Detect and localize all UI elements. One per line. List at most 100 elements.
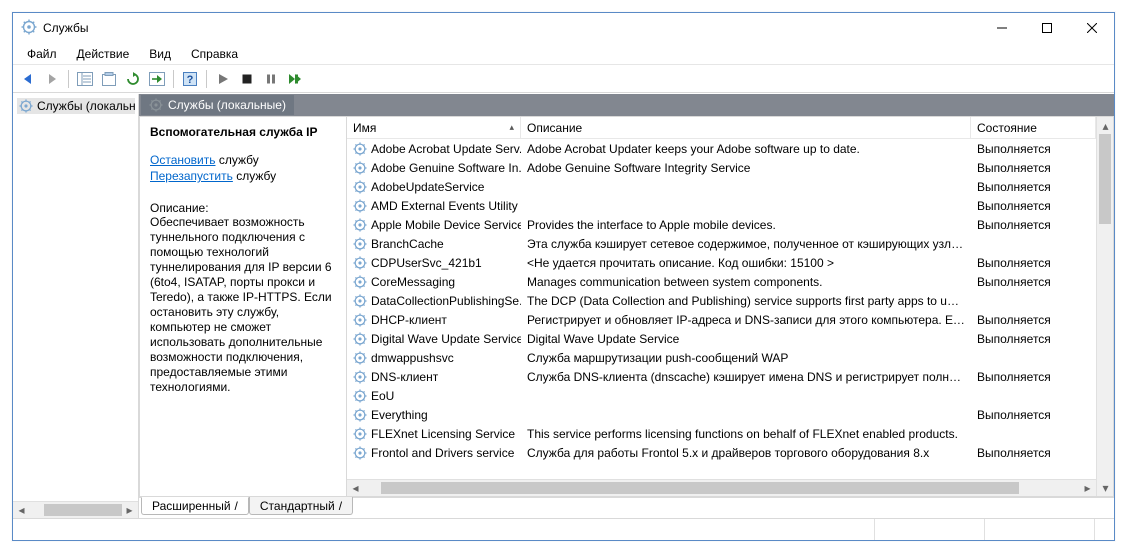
service-state: Выполняется — [971, 313, 1096, 327]
menu-action[interactable]: Действие — [69, 45, 138, 63]
close-button[interactable] — [1069, 13, 1114, 43]
svg-text:?: ? — [187, 74, 194, 86]
service-icon — [353, 237, 367, 251]
service-row[interactable]: EoU — [347, 386, 1096, 405]
service-description: Служба для работы Frontol 5.x и драйверо… — [521, 446, 971, 460]
toolbar: ? — [13, 65, 1114, 93]
service-name-cell: BranchCache — [347, 237, 521, 251]
description-label: Описание: — [150, 201, 340, 215]
service-row[interactable]: EverythingВыполняется — [347, 405, 1096, 424]
menu-file[interactable]: Файл — [19, 45, 65, 63]
service-name: BranchCache — [371, 237, 444, 251]
service-icon — [353, 180, 367, 194]
stop-service-button[interactable] — [236, 68, 258, 90]
service-row[interactable]: AdobeUpdateServiceВыполняется — [347, 177, 1096, 196]
service-state: Выполняется — [971, 218, 1096, 232]
start-service-button[interactable] — [212, 68, 234, 90]
service-name-cell: dmwappushsvc — [347, 351, 521, 365]
tab-extended[interactable]: Расширенный/ — [141, 497, 249, 515]
stop-service-link-row: Остановить службу — [150, 153, 340, 167]
service-icon — [353, 275, 367, 289]
service-description: Эта служба кэширует сетевое содержимое, … — [521, 237, 971, 251]
tab-standard[interactable]: Стандартный/ — [249, 497, 353, 515]
service-row[interactable]: Adobe Genuine Software In...Adobe Genuin… — [347, 158, 1096, 177]
service-row[interactable]: FLEXnet Licensing Service This service pe… — [347, 424, 1096, 443]
column-description[interactable]: Описание — [521, 117, 971, 138]
help-button[interactable]: ? — [179, 68, 201, 90]
refresh-button[interactable] — [122, 68, 144, 90]
service-row[interactable]: DataCollectionPublishingSe...The DCP (Da… — [347, 291, 1096, 310]
service-name-cell: Everything — [347, 408, 521, 422]
service-row[interactable]: Frontol and Drivers service Служба для ра… — [347, 443, 1096, 462]
service-name: FLEXnet Licensing Service — [371, 427, 515, 441]
window-title: Службы — [43, 21, 979, 35]
column-headers: Имя ▴ Описание Состояние — [347, 117, 1096, 139]
service-state: Выполняется — [971, 180, 1096, 194]
description-text: Обеспечивает возможность туннельного под… — [150, 215, 340, 395]
result-pane: Службы (локальные) Вспомогательная служб… — [139, 94, 1114, 518]
service-name-cell: Adobe Acrobat Update Serv... — [347, 142, 521, 156]
service-state: Выполняется — [971, 199, 1096, 213]
service-row[interactable]: CDPUserSvc_421b1<Не удается прочитать оп… — [347, 253, 1096, 272]
menubar: Файл Действие Вид Справка — [13, 43, 1114, 65]
service-state: Выполняется — [971, 256, 1096, 270]
service-icon — [353, 408, 367, 422]
service-name: Frontol and Drivers service — [371, 446, 514, 460]
service-name: CoreMessaging — [371, 275, 455, 289]
service-name: DHCP-клиент — [371, 313, 447, 327]
service-description: This service performs licensing function… — [521, 427, 971, 441]
list-horizontal-scrollbar[interactable]: ◂ ▸ — [347, 479, 1096, 496]
service-icon — [353, 218, 367, 232]
service-row[interactable]: AMD External Events UtilityВыполняется — [347, 196, 1096, 215]
pause-service-button[interactable] — [260, 68, 282, 90]
service-name-cell: CoreMessaging — [347, 275, 521, 289]
properties-button[interactable] — [98, 68, 120, 90]
menu-view[interactable]: Вид — [141, 45, 179, 63]
tree-item-services-local[interactable]: Службы (локальные) — [17, 98, 135, 114]
menu-help[interactable]: Справка — [183, 45, 246, 63]
service-icon — [353, 332, 367, 346]
service-row[interactable]: CoreMessagingManages communication betwe… — [347, 272, 1096, 291]
tree-item-label: Службы (локальные) — [37, 99, 135, 113]
minimize-button[interactable] — [979, 13, 1024, 43]
service-name: EoU — [371, 389, 394, 403]
service-row[interactable]: Digital Wave Update ServiceDigital Wave … — [347, 329, 1096, 348]
service-description: Регистрирует и обновляет IP-адреса и DNS… — [521, 313, 971, 327]
service-name-cell: Apple Mobile Device Service — [347, 218, 521, 232]
service-row[interactable]: Adobe Acrobat Update Serv...Adobe Acroba… — [347, 139, 1096, 158]
result-pane-title: Службы (локальные) — [168, 98, 286, 112]
selected-service-name: Вспомогательная служба IP — [150, 125, 340, 139]
service-row[interactable]: DHCP-клиент Регистрирует и обновляет IP-а… — [347, 310, 1096, 329]
column-state[interactable]: Состояние — [971, 117, 1096, 138]
service-description: Служба маршрутизации push-сообщений WAP — [521, 351, 971, 365]
service-name: dmwappushsvc — [371, 351, 454, 365]
service-description: Digital Wave Update Service — [521, 332, 971, 346]
service-name-cell: CDPUserSvc_421b1 — [347, 256, 521, 270]
service-name-cell: Adobe Genuine Software In... — [347, 161, 521, 175]
app-icon — [21, 19, 37, 38]
service-row[interactable]: DNS-клиентСлужба DNS-клиента (dnscache) … — [347, 367, 1096, 386]
service-icon — [353, 351, 367, 365]
column-name[interactable]: Имя ▴ — [347, 117, 521, 138]
tree-horizontal-scrollbar[interactable]: ◂ ▸ — [13, 501, 138, 518]
result-pane-header: Службы (локальные) — [139, 94, 1114, 116]
maximize-button[interactable] — [1024, 13, 1069, 43]
service-name-cell: DHCP-клиент — [347, 313, 521, 327]
restart-service-button[interactable] — [284, 68, 306, 90]
stop-service-link[interactable]: Остановить — [150, 153, 216, 167]
list-vertical-scrollbar[interactable]: ▴ ▾ — [1096, 117, 1113, 496]
restart-service-link[interactable]: Перезапустить — [150, 169, 233, 183]
service-row[interactable]: BranchCache Эта служба кэширует сетевое с… — [347, 234, 1096, 253]
service-icon — [353, 389, 367, 403]
service-state: Выполняется — [971, 142, 1096, 156]
service-icon — [353, 199, 367, 213]
service-row[interactable]: dmwappushsvc Служба маршрутизации push-со… — [347, 348, 1096, 367]
nav-forward-button[interactable] — [41, 68, 63, 90]
sort-ascending-icon: ▴ — [509, 122, 514, 133]
export-list-button[interactable] — [146, 68, 168, 90]
show-hide-tree-button[interactable] — [74, 68, 96, 90]
service-icon — [353, 427, 367, 441]
service-icon — [353, 370, 367, 384]
nav-back-button[interactable] — [17, 68, 39, 90]
service-row[interactable]: Apple Mobile Device ServiceProvides the … — [347, 215, 1096, 234]
